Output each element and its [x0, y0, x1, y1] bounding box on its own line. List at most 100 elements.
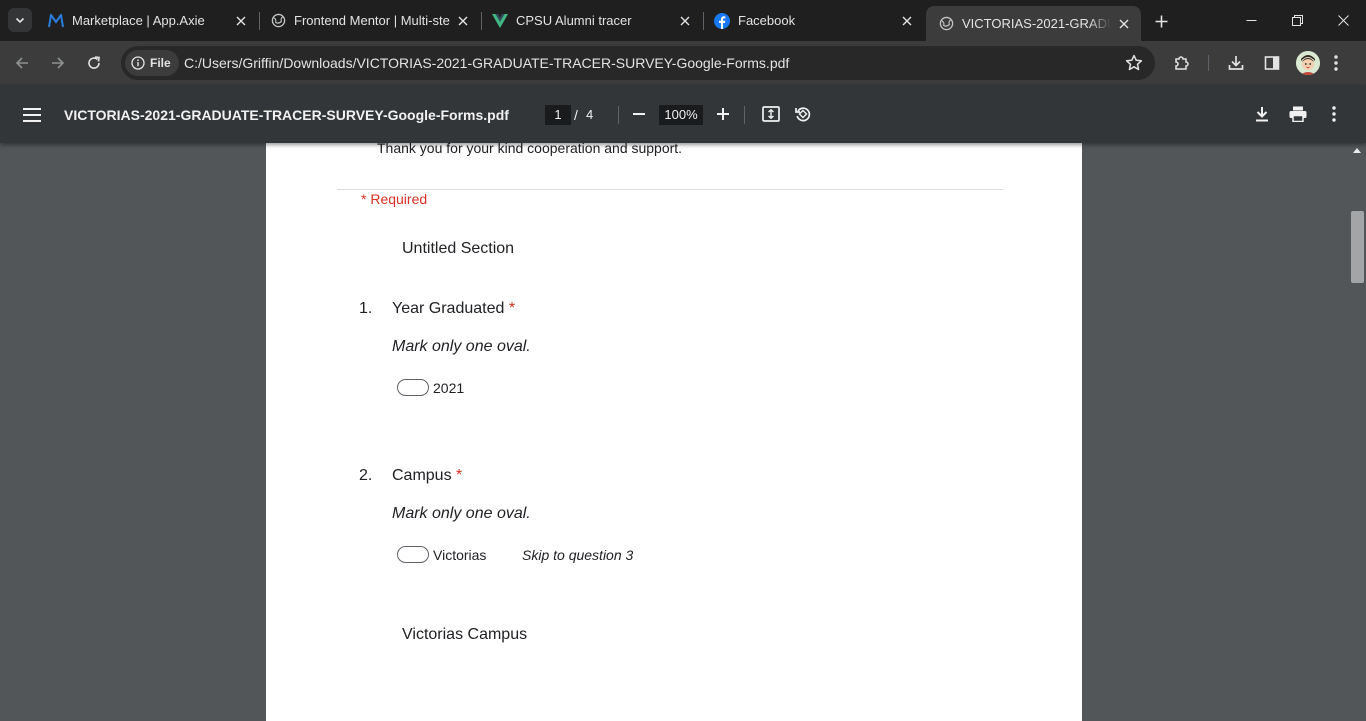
close-icon[interactable]: [676, 12, 694, 30]
scrollbar-thumb[interactable]: [1351, 211, 1364, 283]
plus-icon: [1155, 15, 1167, 27]
tab-frontend-mentor[interactable]: Frontend Mentor | Multi-step: [258, 0, 480, 41]
profile-avatar[interactable]: [1296, 51, 1320, 75]
info-icon: [131, 56, 145, 70]
pdf-toolbar: VICTORIAS-2021-GRADUATE-TRACER-SURVEY-Go…: [0, 85, 1366, 143]
fit-page-icon: [762, 106, 780, 122]
question-text: Campus *: [392, 467, 462, 485]
page-total: 4: [586, 107, 594, 122]
question-label: Year Graduated: [392, 300, 505, 317]
question-number: 1.: [359, 300, 373, 317]
reload-button[interactable]: [80, 49, 108, 77]
puzzle-icon: [1175, 56, 1189, 70]
globe-icon: [938, 16, 954, 32]
bookmark-star-icon[interactable]: [1125, 54, 1143, 72]
pdf-more-button[interactable]: [1322, 102, 1346, 126]
more-vert-icon: [1334, 55, 1338, 71]
arrow-left-icon: [15, 57, 28, 69]
minimize-icon: [1246, 20, 1256, 21]
tab-marketplace[interactable]: Marketplace | App.Axie: [36, 0, 258, 41]
tab-victorias-pdf[interactable]: VICTORIAS-2021-GRADUATE: [926, 6, 1141, 41]
section-title: Untitled Section: [402, 240, 515, 257]
extensions-button[interactable]: [1168, 49, 1196, 77]
pdf-file-name: VICTORIAS-2021-GRADUATE-TRACER-SURVEY-Go…: [64, 107, 509, 123]
downloads-button[interactable]: [1222, 49, 1250, 77]
toolbar-divider: [744, 106, 745, 124]
download-icon: [1228, 56, 1244, 70]
zoom-level-input[interactable]: 100%: [659, 105, 703, 125]
question-label: Campus: [392, 467, 452, 484]
option-oval: [397, 379, 429, 396]
question-number: 2.: [359, 467, 373, 484]
fit-to-page-button[interactable]: [759, 102, 783, 126]
side-panel-icon: [1264, 56, 1280, 70]
required-asterisk: *: [456, 467, 463, 484]
zoom-in-button[interactable]: [711, 102, 735, 126]
restore-button[interactable]: [1274, 0, 1320, 41]
site-info-label: File: [150, 56, 171, 70]
pdf-download-button[interactable]: [1250, 102, 1274, 126]
rotate-icon: [795, 107, 811, 122]
side-panel-button[interactable]: [1258, 49, 1286, 77]
tab-search-button[interactable]: [8, 8, 32, 32]
tab-cpsu-alumni[interactable]: CPSU Alumni tracer: [480, 0, 702, 41]
tab-strip: Marketplace | App.Axie Frontend Mentor |…: [0, 0, 1366, 41]
reload-icon: [88, 56, 100, 69]
option-label: 2021: [433, 380, 465, 396]
close-window-button[interactable]: [1320, 0, 1366, 41]
menu-icon: [23, 108, 41, 122]
pdf-page: Thank you for your kind cooperation and …: [266, 143, 1082, 721]
tab-title: CPSU Alumni tracer: [516, 13, 632, 28]
tab-facebook[interactable]: Facebook: [702, 0, 924, 41]
browser-menu-button[interactable]: [1322, 49, 1350, 77]
question-hint: Mark only one oval.: [392, 505, 531, 522]
print-icon: [1289, 106, 1307, 122]
more-vert-icon: [1332, 106, 1336, 122]
option-oval: [397, 546, 429, 563]
site-info-chip[interactable]: File: [125, 50, 179, 76]
section-title: Victorias Campus: [402, 626, 528, 643]
intro-text: Thank you for your kind cooperation and …: [377, 143, 683, 156]
close-icon: [1337, 15, 1349, 26]
minimize-button[interactable]: [1228, 0, 1274, 41]
toolbar-divider: [618, 106, 619, 124]
address-bar[interactable]: File C:/Users/Griffin/Downloads/VICTORIA…: [121, 46, 1155, 80]
print-button[interactable]: [1286, 102, 1310, 126]
close-icon[interactable]: [898, 12, 916, 30]
close-icon[interactable]: [1115, 15, 1133, 33]
browser-toolbar: File C:/Users/Griffin/Downloads/VICTORIA…: [0, 41, 1366, 85]
axie-icon: [48, 13, 64, 29]
question-text: Year Graduated *: [392, 300, 515, 318]
globe-icon: [270, 13, 286, 29]
facebook-icon: [714, 12, 730, 29]
scroll-up-arrow-icon[interactable]: [1353, 148, 1361, 153]
skip-logic-note: Skip to question 3: [522, 547, 634, 563]
tab-title: Facebook: [738, 13, 796, 28]
required-asterisk: *: [508, 300, 516, 317]
arrow-right-icon: [52, 57, 65, 69]
tab-title: Marketplace | App.Axie: [72, 13, 205, 28]
question-hint: Mark only one oval.: [392, 338, 531, 355]
toolbar-divider: [1208, 55, 1209, 71]
pdf-sidebar-toggle[interactable]: [20, 103, 44, 127]
plus-icon: [717, 108, 729, 120]
close-icon[interactable]: [454, 12, 472, 30]
avatar-icon: [1296, 51, 1320, 75]
back-button[interactable]: [8, 49, 36, 77]
tab-title: Frontend Mentor | Multi-step: [294, 13, 450, 28]
url-text[interactable]: C:/Users/Griffin/Downloads/VICTORIAS-202…: [184, 55, 789, 71]
tab-title: VICTORIAS-2021-GRADUATE: [962, 16, 1111, 31]
divider: [337, 189, 1003, 190]
page-number-input[interactable]: 1: [545, 105, 571, 125]
close-icon[interactable]: [232, 12, 250, 30]
vue-icon: [492, 13, 508, 29]
download-icon: [1256, 107, 1268, 122]
required-note: * Required: [361, 191, 428, 207]
rotate-button[interactable]: [791, 102, 815, 126]
new-tab-button[interactable]: [1149, 9, 1173, 33]
chevron-down-icon: [15, 17, 25, 24]
minus-icon: [633, 113, 645, 115]
forward-button[interactable]: [44, 49, 72, 77]
restore-icon: [1291, 15, 1303, 26]
zoom-out-button[interactable]: [627, 102, 651, 126]
